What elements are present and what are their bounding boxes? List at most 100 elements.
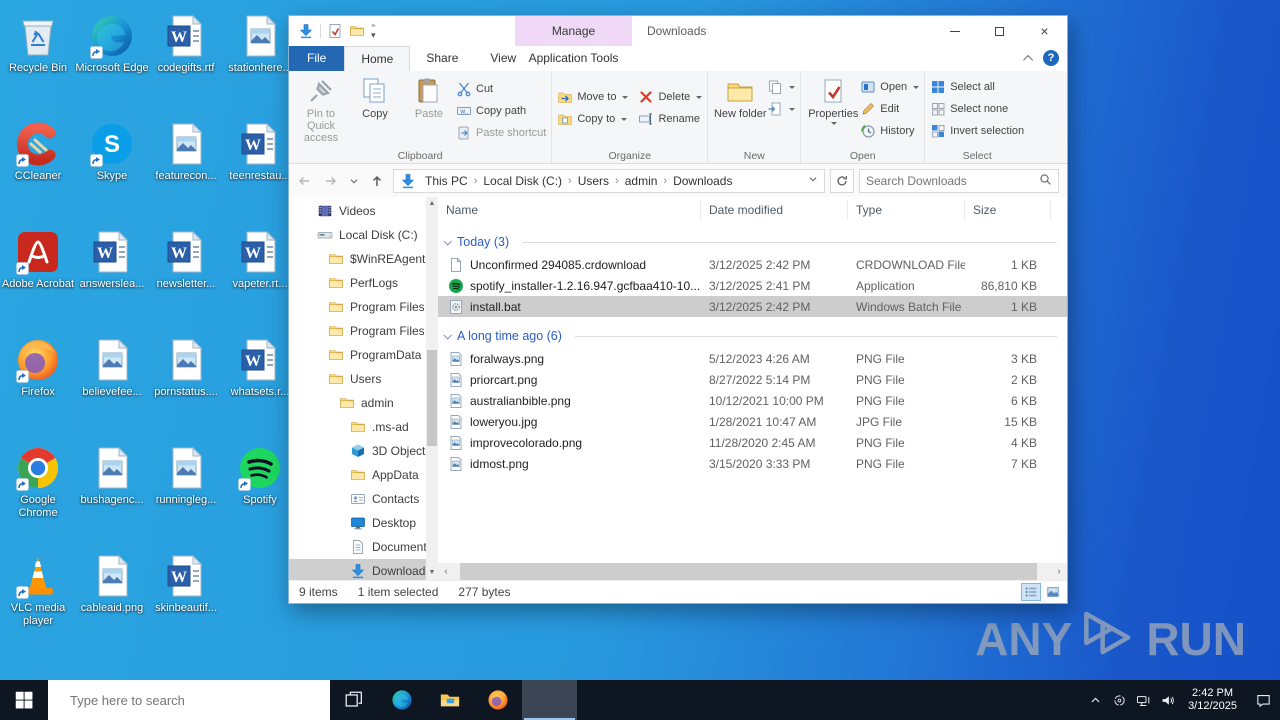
desktop-icon-cableaid-png[interactable]: cableaid.png (75, 553, 149, 615)
file-row-foralways-png[interactable]: foralways.png5/12/2023 4:26 AMPNG File3 … (438, 348, 1067, 369)
move-to-button[interactable]: Move to (557, 88, 628, 106)
new-folder-button[interactable]: New folder (713, 74, 767, 148)
rename-button[interactable]: Rename (638, 110, 702, 128)
network-icon[interactable] (1131, 680, 1155, 720)
scroll-down-icon[interactable]: ▼ (426, 566, 438, 580)
desktop-icon-newsletter[interactable]: Wnewsletter... (149, 229, 223, 291)
file-row-australianbible-png[interactable]: australianbible.png10/12/2021 10:00 PMPN… (438, 390, 1067, 411)
desktop-icon-skinbeautif[interactable]: Wskinbeautif... (149, 553, 223, 615)
desktop-icon-runningleg[interactable]: runningleg... (149, 445, 223, 507)
pin-to-quick-access-button[interactable]: Pin to Quick access (294, 74, 348, 148)
desktop-icon-teenrestau[interactable]: Wteenrestau... (223, 121, 297, 183)
desktop-icon-recycle-bin[interactable]: Recycle Bin (1, 13, 75, 75)
history-button[interactable]: History (860, 122, 919, 140)
invert-selection-button[interactable]: Invert selection (930, 122, 1024, 140)
select-all-button[interactable]: Select all (930, 78, 1024, 96)
scroll-up-icon[interactable]: ▲ (426, 197, 438, 211)
properties-quick-icon[interactable] (327, 23, 343, 39)
taskbar-firefox-button[interactable] (474, 680, 522, 720)
help-icon[interactable]: ? (1043, 50, 1059, 66)
up-button[interactable] (366, 170, 388, 192)
back-button[interactable] (293, 170, 315, 192)
address-bar[interactable]: This PC›Local Disk (C:)›Users›admin›Down… (393, 169, 825, 193)
desktop-icon-stationhere[interactable]: stationhere... (223, 13, 297, 75)
sidebar-item-winreagent[interactable]: $WinREAgent (289, 247, 438, 271)
file-row-improvecolorado-png[interactable]: improvecolorado.png11/28/2020 2:45 AMPNG… (438, 432, 1067, 453)
file-row-idmost-png[interactable]: idmost.png3/15/2020 3:33 PMPNG File7 KB (438, 453, 1067, 474)
desktop-icon-microsoft-edge[interactable]: Microsoft Edge (75, 13, 149, 75)
sidebar-item-admin[interactable]: admin (289, 391, 438, 415)
taskbar-clock[interactable]: 2:42 PM 3/12/2025 (1179, 687, 1246, 713)
recent-locations-icon[interactable] (347, 170, 361, 192)
new-folder-quick-icon[interactable] (349, 23, 365, 39)
sidebar-item-3d-objects[interactable]: 3D Objects (289, 439, 438, 463)
sidebar-item-downloads[interactable]: Downloads (289, 559, 438, 580)
breadcrumb-admin[interactable]: admin (620, 174, 663, 188)
sidebar-item-program-files[interactable]: Program Files (289, 319, 438, 343)
speaker-icon[interactable] (1155, 680, 1179, 720)
group-header-a-long-time-ago-6[interactable]: A long time ago (6) (438, 324, 1067, 348)
collapse-ribbon-icon[interactable] (1023, 54, 1033, 64)
sidebar-item-local-disk-c[interactable]: Local Disk (C:) (289, 223, 438, 247)
delete-button[interactable]: Delete (638, 88, 702, 106)
close-button[interactable]: × (1022, 16, 1067, 46)
task-view-button[interactable] (330, 680, 378, 720)
open-button[interactable]: Open (860, 78, 919, 96)
properties-button[interactable]: Properties (806, 74, 860, 148)
tray-app-icon[interactable] (1107, 680, 1131, 720)
title-bar[interactable]: ⁼▾ Manage Downloads × (289, 16, 1067, 46)
desktop-icon-codegifts-rtf[interactable]: Wcodegifts.rtf (149, 13, 223, 75)
cut-button[interactable]: Cut (456, 80, 546, 98)
breadcrumb-users[interactable]: Users (573, 174, 614, 188)
taskbar-file-explorer-button[interactable] (426, 680, 474, 720)
desktop-icon-whatsets-r[interactable]: Wwhatsets.r... (223, 337, 297, 399)
sidebar-item-program-files[interactable]: Program Files (289, 295, 438, 319)
sidebar-item-users[interactable]: Users (289, 367, 438, 391)
taskbar-edge-button[interactable] (378, 680, 426, 720)
sidebar-item-videos[interactable]: Videos (289, 199, 438, 223)
scroll-right-icon[interactable]: › (1051, 566, 1067, 577)
start-button[interactable] (0, 680, 48, 720)
column-header-type[interactable]: Type (848, 200, 965, 220)
sidebar-item-programdata[interactable]: ProgramData (289, 343, 438, 367)
sidebar-item-documents[interactable]: Documents (289, 535, 438, 559)
action-center-icon[interactable] (1246, 680, 1280, 720)
desktop-icon-pornstatus[interactable]: pornstatus.... (149, 337, 223, 399)
desktop-icon-bushagenc[interactable]: bushagenc... (75, 445, 149, 507)
new-item-button[interactable] (767, 100, 795, 118)
desktop-icon-firefox[interactable]: Firefox (1, 337, 75, 399)
taskbar-search-input[interactable] (70, 693, 330, 708)
desktop-icon-vapeter-rt[interactable]: Wvapeter.rt... (223, 229, 297, 291)
desktop-icon-vlc-media-player[interactable]: VLC media player (1, 553, 75, 628)
sidebar-item-appdata[interactable]: AppData (289, 463, 438, 487)
nav-scrollbar[interactable]: ▲ ▼ (426, 197, 438, 580)
horizontal-scrollbar[interactable]: ‹ › (438, 563, 1067, 580)
column-header-size[interactable]: Size (965, 200, 1051, 220)
column-header-date-modified[interactable]: Date modified (701, 200, 848, 220)
file-row-loweryou-jpg[interactable]: loweryou.jpg1/28/2021 10:47 AMJPG File15… (438, 411, 1067, 432)
edit-button[interactable]: Edit (860, 100, 919, 118)
paste-button[interactable]: Paste (402, 74, 456, 148)
tab-share[interactable]: Share (410, 46, 474, 71)
minimize-button[interactable] (932, 16, 977, 46)
tray-chevron-up-icon[interactable] (1083, 680, 1107, 720)
desktop-icon-skype[interactable]: SSkype (75, 121, 149, 183)
thumbnail-view-button[interactable] (1043, 583, 1063, 601)
scrollbar-thumb[interactable] (427, 350, 437, 446)
downloads-folder-icon[interactable] (298, 23, 314, 39)
column-header-name[interactable]: Name (438, 200, 701, 220)
customize-toolbar-icon[interactable]: ⁼▾ (371, 23, 376, 39)
copy-to-button[interactable]: Copy to (557, 110, 628, 128)
taskbar-search[interactable] (48, 680, 330, 720)
file-row-spotify-installer-1-2-16-947-gcfbaa410-10[interactable]: spotify_installer-1.2.16.947.gcfbaa410-1… (438, 275, 1067, 296)
breadcrumb-this-pc[interactable]: This PC (420, 174, 473, 188)
file-row-priorcart-png[interactable]: priorcart.png8/27/2022 5:14 PMPNG File2 … (438, 369, 1067, 390)
search-box[interactable] (859, 169, 1059, 193)
maximize-button[interactable] (977, 16, 1022, 46)
group-header-today-3[interactable]: Today (3) (438, 230, 1067, 254)
desktop-icon-featurecon[interactable]: featurecon... (149, 121, 223, 183)
file-row-unconfirmed-294085-crdownload[interactable]: Unconfirmed 294085.crdownload3/12/2025 2… (438, 254, 1067, 275)
desktop-icon-spotify[interactable]: Spotify (223, 445, 297, 507)
file-row-install-bat[interactable]: install.bat3/12/2025 2:42 PMWindows Batc… (438, 296, 1067, 317)
sidebar-item-perflogs[interactable]: PerfLogs (289, 271, 438, 295)
